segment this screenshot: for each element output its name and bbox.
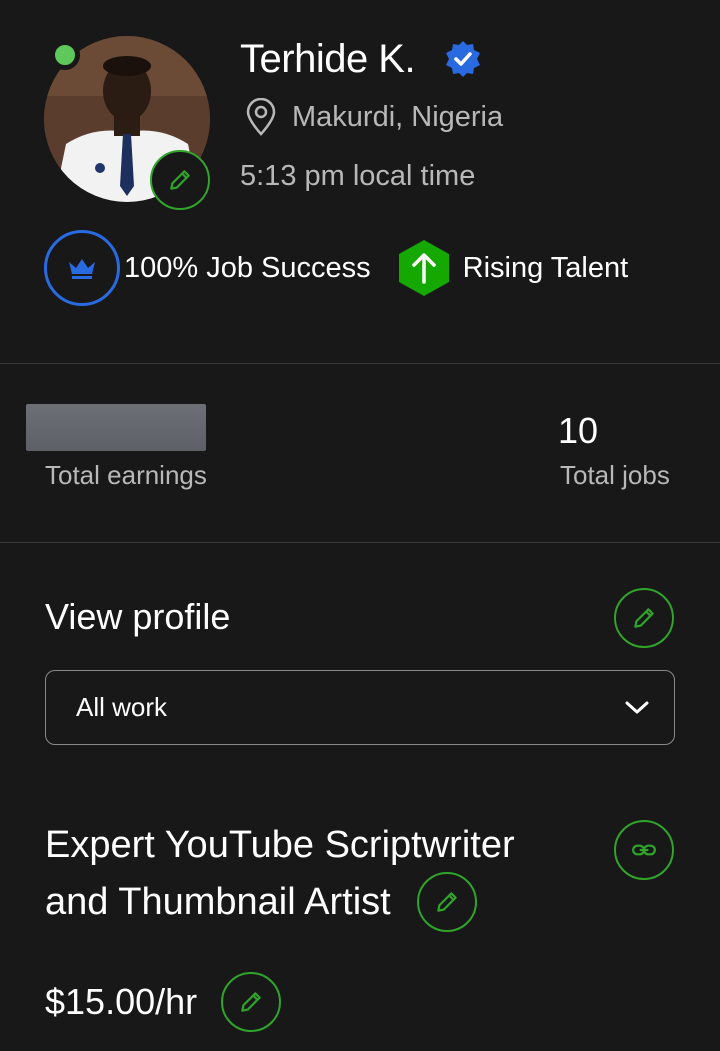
crown-badge-circle (44, 230, 120, 306)
profile-page: Terhide K. Makurdi, Nigeria 5:13 pm loca… (0, 0, 720, 1051)
location-text: Makurdi, Nigeria (292, 100, 504, 133)
edit-photo-button[interactable] (150, 150, 210, 210)
pencil-icon (436, 892, 457, 912)
local-time: 5:13 pm local time (240, 160, 476, 192)
copy-link-button[interactable] (614, 820, 674, 880)
badges-row: 100% Job Success Rising Talent (44, 230, 628, 306)
total-jobs-label: Total jobs (560, 460, 670, 490)
work-filter-select[interactable]: All work (45, 670, 675, 745)
divider (0, 542, 720, 543)
pencil-icon (170, 170, 190, 190)
edit-title-button[interactable] (416, 872, 477, 932)
name-row: Terhide K. (240, 36, 483, 82)
title-line-2-row: and Thumbnail Artist (45, 872, 585, 932)
pencil-icon (634, 608, 654, 628)
earnings-redacted-value (26, 404, 206, 451)
online-status-icon (50, 40, 80, 70)
total-earnings-label: Total earnings (45, 460, 207, 490)
view-profile-heading: View profile (45, 596, 231, 637)
total-jobs-value: 10 (558, 410, 599, 451)
pencil-icon (241, 992, 261, 1012)
edit-profile-button[interactable] (614, 588, 674, 648)
rising-talent-badge[interactable]: Rising Talent (397, 238, 629, 298)
location-pin-icon (246, 98, 276, 136)
profile-title: Expert YouTube Scriptwriter and Thumbnai… (45, 818, 585, 932)
profile-name: Terhide K. (240, 37, 416, 81)
avatar-container (44, 36, 212, 210)
location-row: Makurdi, Nigeria (244, 98, 503, 136)
hourly-rate: $15.00/hr (45, 981, 198, 1022)
rate-row: $15.00/hr (45, 972, 282, 1032)
rising-talent-icon (398, 240, 449, 296)
divider (0, 363, 720, 364)
chevron-down-icon (625, 701, 649, 713)
link-icon (632, 844, 656, 856)
edit-rate-button[interactable] (221, 972, 282, 1032)
rising-talent-label: Rising Talent (462, 251, 629, 284)
title-line-2: and Thumbnail Artist (45, 881, 391, 923)
verified-badge-icon (446, 41, 481, 77)
job-success-badge[interactable]: 100% Job Success (44, 230, 371, 306)
crown-icon (69, 259, 95, 279)
title-line-1: Expert YouTube Scriptwriter (45, 824, 515, 866)
select-value: All work (76, 692, 168, 722)
job-success-label: 100% Job Success (124, 251, 371, 284)
